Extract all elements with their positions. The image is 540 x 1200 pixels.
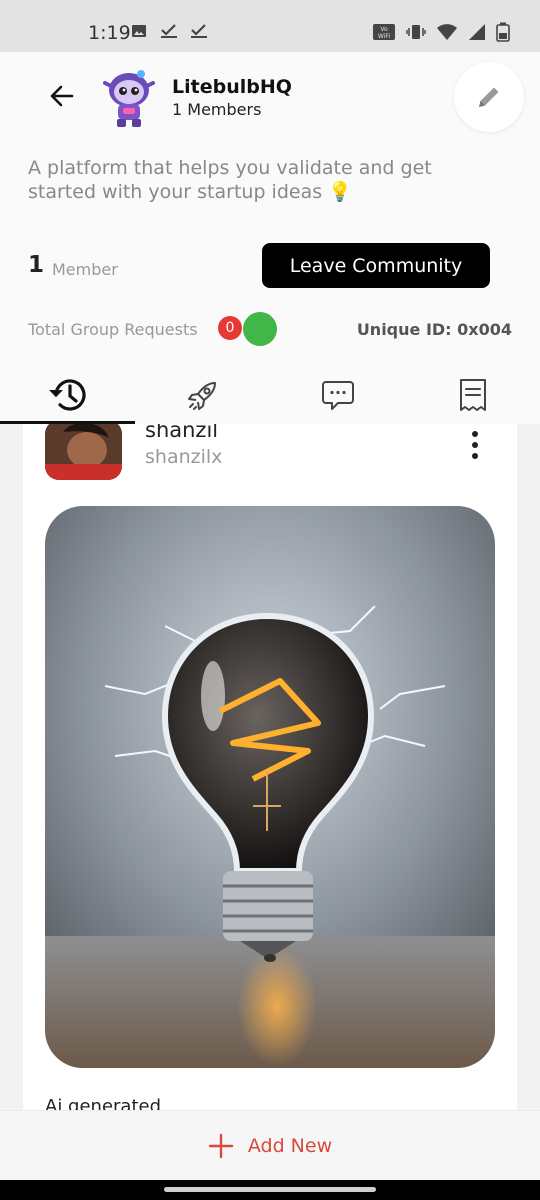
- requests-status-dot[interactable]: [243, 312, 277, 346]
- member-label: Member: [52, 260, 118, 279]
- community-description: A platform that helps you validate and g…: [28, 157, 432, 203]
- check-icon: [161, 24, 177, 38]
- group-requests-label: Total Group Requests: [28, 320, 198, 339]
- vibrate-icon: [406, 25, 426, 39]
- members-subtitle: 1 Members: [172, 100, 262, 119]
- post-caption: Ai generated: [45, 1096, 162, 1110]
- tab-chat[interactable]: [270, 366, 405, 424]
- svg-text:WiFi: WiFi: [378, 33, 390, 40]
- back-arrow-icon[interactable]: [46, 80, 78, 112]
- add-new-bar[interactable]: Add New: [0, 1110, 540, 1180]
- requests-count-badge[interactable]: 0: [218, 316, 242, 340]
- lightbulb-illustration: [45, 506, 495, 1068]
- receipt-icon: [459, 379, 486, 411]
- plus-icon: [208, 1133, 234, 1158]
- more-options-icon[interactable]: [467, 430, 483, 460]
- tab-history[interactable]: [0, 366, 135, 424]
- community-avatar: [103, 70, 155, 127]
- author-handle: shanzilx: [145, 446, 223, 468]
- post-card: shanzil shanzilx Ai generated: [23, 424, 517, 1110]
- rocket-icon: [187, 382, 216, 410]
- post-image[interactable]: [45, 506, 495, 1068]
- community-title: LitebulbHQ: [172, 76, 292, 98]
- add-new-label: Add New: [247, 1134, 333, 1157]
- status-bar: 1:19 Vo WiFi: [0, 0, 540, 52]
- edit-button[interactable]: [454, 62, 524, 132]
- pencil-icon: [479, 87, 499, 107]
- status-right-icons: Vo WiFi: [372, 22, 510, 42]
- check-icon: [191, 24, 207, 38]
- image-icon: [132, 25, 146, 37]
- leave-community-button[interactable]: Leave Community: [262, 243, 490, 288]
- tab-notes[interactable]: [405, 366, 540, 424]
- member-count: 1: [28, 252, 45, 278]
- svg-text:Vo: Vo: [380, 26, 388, 33]
- battery-icon: [496, 22, 510, 42]
- signal-icon: [469, 24, 485, 40]
- author-name: shanzil: [145, 424, 219, 442]
- tab-launch[interactable]: [135, 366, 270, 424]
- volte-wifi-icon: VoWiFi: [373, 24, 395, 40]
- home-indicator[interactable]: [164, 1187, 376, 1192]
- author-avatar[interactable]: [45, 424, 122, 480]
- unique-id: Unique ID: 0x004: [356, 320, 512, 339]
- author-photo: [45, 424, 122, 480]
- history-icon: [48, 379, 86, 411]
- chat-bubble-icon: [321, 381, 354, 410]
- status-time: 1:19: [88, 22, 131, 44]
- wifi-icon: [437, 24, 457, 40]
